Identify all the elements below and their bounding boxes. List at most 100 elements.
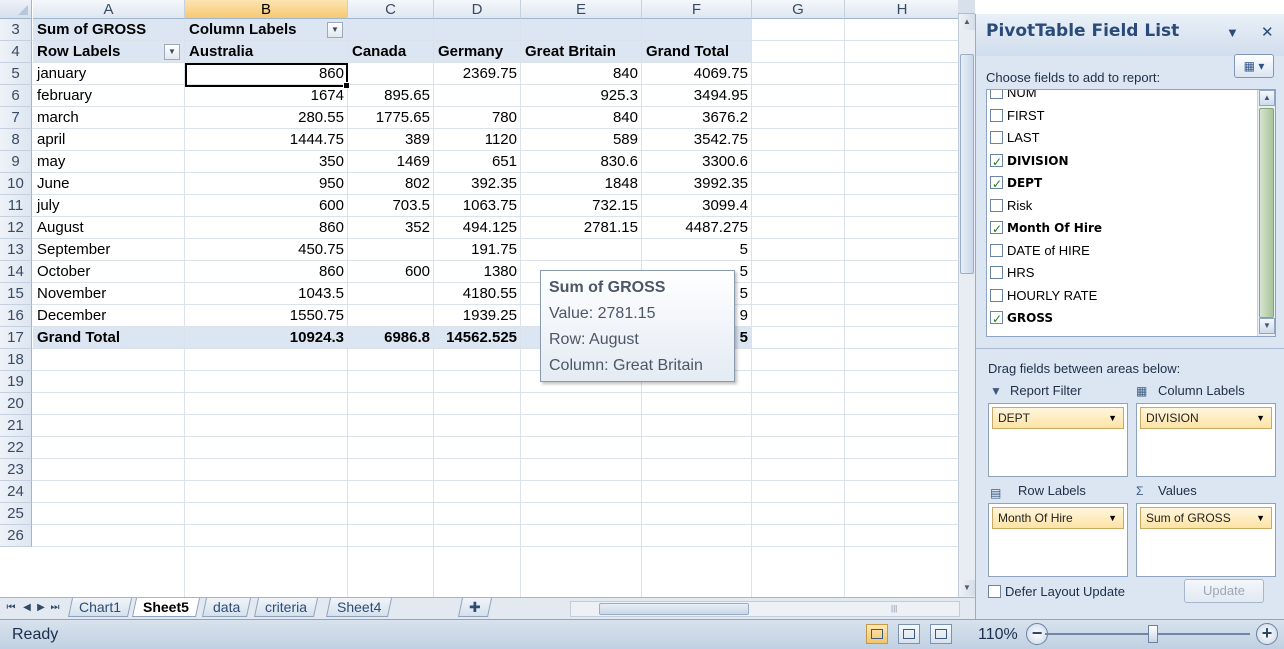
pivot-value-cell[interactable] bbox=[348, 283, 434, 305]
row-header-15[interactable]: 15 bbox=[0, 283, 32, 305]
row-labels-header[interactable]: Row Labels bbox=[33, 41, 185, 63]
pivot-row-label[interactable]: December bbox=[33, 305, 185, 327]
first-sheet-icon[interactable]: ⏮ bbox=[4, 600, 18, 616]
pivot-row-label[interactable]: June bbox=[33, 173, 185, 195]
sheet-tab-criteria[interactable]: criteria bbox=[253, 598, 319, 617]
pivot-value-cell[interactable]: 4487.275 bbox=[642, 217, 752, 239]
pivot-value-cell[interactable]: 860 bbox=[185, 261, 348, 283]
row-filter-dropdown-icon[interactable]: ▼ bbox=[164, 44, 180, 60]
pivot-row-label[interactable]: November bbox=[33, 283, 185, 305]
row-header-8[interactable]: 8 bbox=[0, 129, 32, 151]
column-header-b[interactable]: B bbox=[185, 0, 348, 19]
column-header-e[interactable]: E bbox=[521, 0, 642, 19]
pivot-value-cell[interactable]: 860 bbox=[185, 217, 348, 239]
pivot-value-cell[interactable]: 2369.75 bbox=[434, 63, 521, 85]
pivot-value-cell[interactable]: 1380 bbox=[434, 261, 521, 283]
column-labels-header[interactable]: Column Labels bbox=[185, 19, 348, 41]
row-header-6[interactable]: 6 bbox=[0, 85, 32, 107]
column-labels-area[interactable]: DIVISION ▼ bbox=[1136, 403, 1276, 477]
field-checkbox[interactable] bbox=[990, 218, 1003, 240]
pivot-row-label[interactable]: October bbox=[33, 261, 185, 283]
pivot-value-cell[interactable]: 1939.25 bbox=[434, 305, 521, 327]
pivot-row-label[interactable]: january bbox=[33, 63, 185, 85]
field-checkbox[interactable] bbox=[990, 108, 1003, 122]
pivot-value-cell[interactable]: 4180.55 bbox=[434, 283, 521, 305]
pivot-value-cell[interactable]: 191.75 bbox=[434, 239, 521, 261]
pivot-value-cell[interactable]: 895.65 bbox=[348, 85, 434, 107]
grand-total-cell[interactable]: 14562.525 bbox=[434, 327, 521, 349]
column-header-f[interactable]: F bbox=[642, 0, 752, 19]
field-list-scrollbar[interactable]: ▲ ▼ bbox=[1257, 90, 1275, 336]
pivot-row-label[interactable]: april bbox=[33, 129, 185, 151]
field-checkbox[interactable] bbox=[990, 173, 1003, 195]
pivot-value-cell[interactable]: 3992.35 bbox=[642, 173, 752, 195]
column-filter-dropdown-icon[interactable]: ▼ bbox=[327, 22, 343, 38]
pivot-column-header[interactable]: Canada bbox=[348, 41, 434, 63]
pivot-value-cell[interactable]: 352 bbox=[348, 217, 434, 239]
sheet-tab-sheet4[interactable]: Sheet4 bbox=[325, 598, 393, 617]
pivot-row-label[interactable]: August bbox=[33, 217, 185, 239]
row-header-10[interactable]: 10 bbox=[0, 173, 32, 195]
sheet-tab-chart1[interactable]: Chart1 bbox=[67, 598, 133, 617]
defer-checkbox[interactable] bbox=[988, 585, 1001, 598]
field-scroll-up-icon[interactable]: ▲ bbox=[1259, 90, 1275, 106]
horizontal-scrollbar[interactable]: ||| bbox=[570, 601, 960, 617]
pivot-value-cell[interactable]: 5 bbox=[642, 239, 752, 261]
pivot-value-cell[interactable]: 600 bbox=[185, 195, 348, 217]
pivot-column-header[interactable]: Great Britain bbox=[521, 41, 642, 63]
column-header-g[interactable]: G bbox=[752, 0, 845, 19]
dropdown-arrow-icon[interactable]: ▼ bbox=[1256, 408, 1265, 428]
pivot-value-cell[interactable]: 1674 bbox=[185, 85, 348, 107]
row-header-5[interactable]: 5 bbox=[0, 63, 32, 85]
horizontal-scroll-thumb[interactable] bbox=[599, 603, 749, 615]
field-scroll-down-icon[interactable]: ▼ bbox=[1259, 318, 1275, 334]
pivot-row-label[interactable]: july bbox=[33, 195, 185, 217]
pivot-value-cell[interactable]: 1444.75 bbox=[185, 129, 348, 151]
pivot-value-cell[interactable] bbox=[434, 85, 521, 107]
pivot-row-label[interactable]: march bbox=[33, 107, 185, 129]
normal-view-button[interactable] bbox=[866, 624, 888, 644]
values-item[interactable]: Sum of GROSS ▼ bbox=[1140, 507, 1272, 529]
pivot-value-cell[interactable]: 1775.65 bbox=[348, 107, 434, 129]
row-header-4[interactable]: 4 bbox=[0, 41, 32, 63]
dropdown-arrow-icon[interactable]: ▼ bbox=[1256, 508, 1265, 528]
field-checkbox[interactable] bbox=[990, 288, 1003, 302]
vertical-split-box[interactable] bbox=[958, 0, 975, 14]
pivot-value-cell[interactable]: 703.5 bbox=[348, 195, 434, 217]
pivot-column-header[interactable]: Grand Total bbox=[642, 41, 752, 63]
pivot-row-label[interactable]: may bbox=[33, 151, 185, 173]
row-header-17[interactable]: 17 bbox=[0, 327, 32, 349]
pivot-value-cell[interactable] bbox=[348, 63, 434, 85]
row-labels-area[interactable]: Month Of Hire ▼ bbox=[988, 503, 1128, 577]
field-item[interactable]: NUM bbox=[990, 90, 1037, 104]
sheet-tab-data[interactable]: data bbox=[201, 598, 252, 617]
select-all-corner[interactable] bbox=[0, 0, 32, 19]
row-header-24[interactable]: 24 bbox=[0, 481, 32, 503]
column-header-d[interactable]: D bbox=[434, 0, 521, 19]
pivot-value-cell[interactable]: 350 bbox=[185, 151, 348, 173]
row-header-14[interactable]: 14 bbox=[0, 261, 32, 283]
row-header-11[interactable]: 11 bbox=[0, 195, 32, 217]
pivot-value-cell[interactable]: 589 bbox=[521, 129, 642, 151]
pivot-value-cell[interactable]: 392.35 bbox=[434, 173, 521, 195]
field-item[interactable]: HRS bbox=[990, 262, 1034, 284]
row-header-19[interactable]: 19 bbox=[0, 371, 32, 393]
field-checkbox[interactable] bbox=[990, 266, 1003, 279]
pivot-value-cell[interactable]: 450.75 bbox=[185, 239, 348, 261]
pivot-value-cell[interactable]: 1120 bbox=[434, 129, 521, 151]
field-item[interactable]: Month Of Hire bbox=[990, 217, 1102, 240]
pivot-value-cell[interactable]: 3099.4 bbox=[642, 195, 752, 217]
field-layout-button[interactable]: ▦ ▾ bbox=[1234, 54, 1274, 78]
close-icon[interactable]: ✕ bbox=[1261, 23, 1274, 41]
row-header-22[interactable]: 22 bbox=[0, 437, 32, 459]
field-item[interactable]: DIVISION bbox=[990, 150, 1069, 173]
report-filter-item[interactable]: DEPT ▼ bbox=[992, 407, 1124, 429]
insert-sheet-tab[interactable]: ✚ bbox=[457, 598, 492, 617]
pivot-value-cell[interactable]: 600 bbox=[348, 261, 434, 283]
pivot-value-cell[interactable]: 1848 bbox=[521, 173, 642, 195]
pivot-value-cell[interactable]: 494.125 bbox=[434, 217, 521, 239]
last-sheet-icon[interactable]: ⏭ bbox=[48, 600, 62, 616]
pivot-value-cell[interactable]: 840 bbox=[521, 107, 642, 129]
pivot-value-cell[interactable]: 651 bbox=[434, 151, 521, 173]
prev-sheet-icon[interactable]: ◀ bbox=[20, 600, 34, 616]
